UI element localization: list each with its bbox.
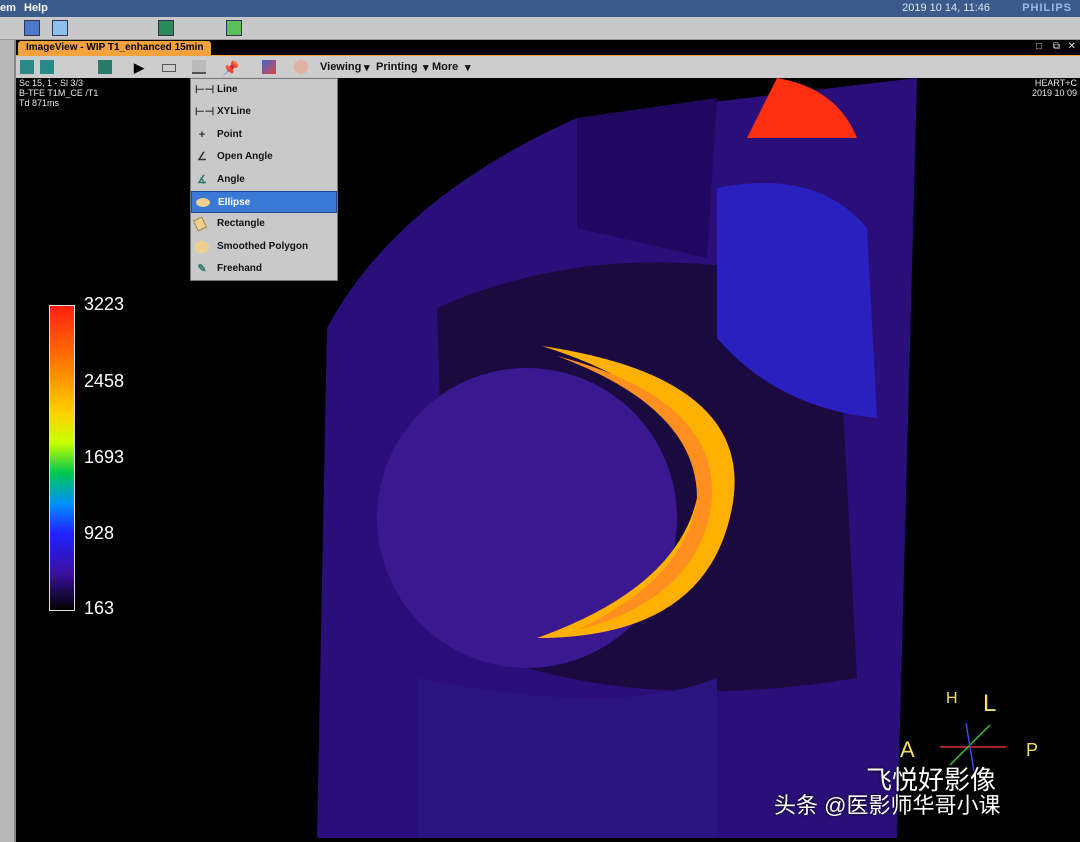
menu-label: Line [217, 84, 238, 95]
tab-row: ImageView - WIP T1_enhanced 15min □ ⧉ ✕ [16, 40, 1080, 55]
study-date: 2019 10 09 [1031, 88, 1077, 98]
study-info: HEART+C 2019 10 09 [1032, 78, 1077, 98]
menu-help[interactable]: Help [24, 2, 48, 14]
colorbar-label: 2458 [84, 371, 125, 391]
menu-label: Angle [217, 173, 245, 185]
menu-label: Rectangle [217, 218, 265, 230]
freehand-icon: ✎ [197, 263, 207, 276]
tab-imageview[interactable]: ImageView - WIP T1_enhanced 15min [18, 41, 212, 55]
orientation-h: H [946, 690, 958, 707]
stack-icon[interactable] [40, 60, 54, 74]
menu-label: XYLine [217, 106, 251, 118]
pin-icon[interactable]: 📌 [222, 60, 239, 76]
menu-system[interactable]: em [0, 2, 16, 14]
sequence-label: B-TFE T1M_CE /T1 [19, 88, 99, 98]
main-toolbar [0, 17, 1080, 40]
menu-item-freehand[interactable]: ✎ Freehand [191, 258, 337, 280]
chevron-down-icon: ▾ [465, 62, 471, 74]
copy-icon[interactable] [158, 20, 174, 36]
datetime: 2019 10 14, 11:46 [902, 2, 990, 14]
colorbar-label: 1693 [84, 447, 125, 467]
menu-label: Smoothed Polygon [217, 240, 309, 252]
xyline-icon: ⊢⊣ [195, 106, 215, 119]
viewing-menu[interactable]: Viewing [320, 61, 361, 73]
menu-label: Ellipse [218, 196, 251, 208]
plus-icon: + [198, 128, 206, 141]
orientation-l: L [983, 690, 997, 717]
mri-image [317, 78, 917, 838]
menu-item-point[interactable]: + Point [191, 124, 337, 146]
menu-item-line[interactable]: ⊢⊣ Line [191, 79, 337, 101]
color-scale-bar [49, 305, 75, 611]
open-angle-icon: ∠ [197, 151, 207, 164]
folder-icon[interactable] [52, 20, 68, 36]
menu-bar: em Help 2019 10 14, 11:46 PHILIPS [0, 0, 1080, 17]
play-icon[interactable]: ▶ [134, 60, 148, 75]
ruler-icon[interactable] [162, 64, 176, 72]
chevron-down-icon: ▾ [364, 62, 370, 74]
orientation-p: P [1026, 740, 1039, 760]
layout-icon[interactable] [24, 20, 40, 36]
colorbar-label: 163 [84, 598, 115, 618]
brand-logo: PHILIPS [1022, 2, 1072, 14]
minimize-button[interactable]: □ [1036, 41, 1042, 52]
left-panel [0, 40, 16, 842]
hand-icon[interactable] [294, 60, 308, 74]
colorbar-label: 928 [84, 523, 115, 543]
colorbar-label: 3223 [84, 294, 125, 314]
slice-label: Sc 15, 1 - Sl 3/3 [19, 78, 84, 88]
line-icon: ⊢⊣ [195, 84, 215, 96]
menu-item-ellipse[interactable]: Ellipse [191, 190, 337, 214]
study-label: HEART+C [1034, 78, 1077, 88]
ellipse-icon [196, 197, 210, 207]
menu-label: Point [217, 128, 242, 140]
menu-label: Freehand [217, 263, 263, 275]
menu-item-smoothed-polygon[interactable]: Smoothed Polygon [191, 236, 337, 258]
chevron-down-icon: ▾ [423, 62, 429, 74]
polygon-icon [195, 240, 209, 253]
measure-icon[interactable] [192, 60, 206, 74]
measure-tool-menu: ⊢⊣ Line ⊢⊣ XYLine + Point ∠ Open Angle ∡ Angl… [190, 78, 338, 281]
viewer-toolbar: ▶ 📌 Viewing ▾ Printing ▾ More ▾ [16, 55, 1080, 78]
color-map-icon[interactable] [262, 60, 276, 74]
grid-icon[interactable] [98, 60, 112, 74]
series-icon[interactable] [20, 60, 34, 74]
image-viewport[interactable]: Sc 15, 1 - Sl 3/3 B-TFE T1M_CE /T1 Td 87… [17, 78, 1080, 842]
series-info: Sc 15, 1 - Sl 3/3 B-TFE T1M_CE /T1 Td 87… [19, 78, 98, 108]
angle-icon: ∡ [197, 173, 207, 186]
rectangle-icon [192, 216, 208, 232]
printing-menu[interactable]: Printing [376, 61, 418, 73]
menu-item-open-angle[interactable]: ∠ Open Angle [191, 146, 337, 168]
windows-icon[interactable] [226, 20, 242, 36]
close-button[interactable]: ✕ [1068, 41, 1076, 52]
more-menu[interactable]: More [432, 61, 458, 73]
menu-item-rectangle[interactable]: Rectangle [191, 213, 337, 235]
watermark-line2: 头条 @医影师华哥小课 [774, 793, 1001, 818]
menu-item-xyline[interactable]: ⊢⊣ XYLine [191, 101, 337, 123]
delay-label: Td 871ms [19, 98, 60, 108]
menu-label: Open Angle [217, 151, 273, 163]
menu-item-angle[interactable]: ∡ Angle [191, 169, 337, 191]
restore-button[interactable]: ⧉ [1053, 41, 1060, 52]
